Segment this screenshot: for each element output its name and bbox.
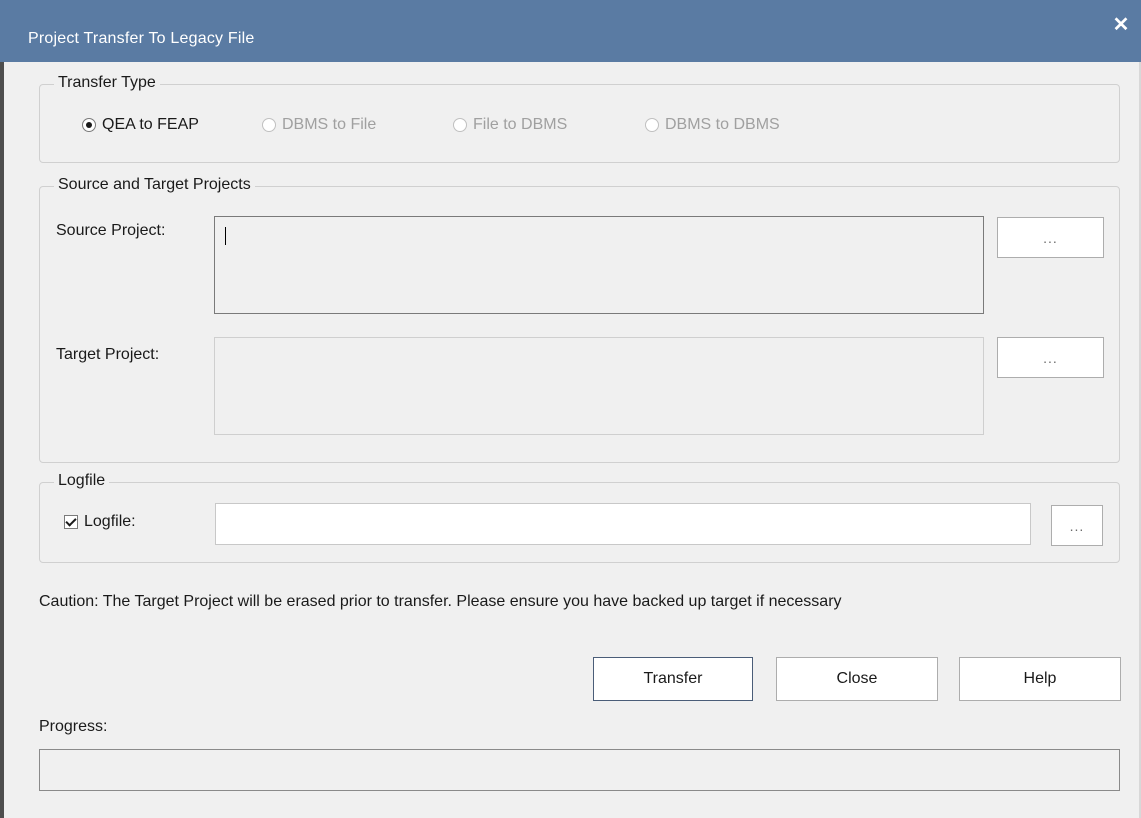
- window-left-border: [0, 62, 4, 818]
- radio-dbms-to-dbms[interactable]: DBMS to DBMS: [645, 116, 780, 134]
- logfile-browse-button[interactable]: ...: [1051, 505, 1103, 546]
- target-browse-button[interactable]: ...: [997, 337, 1104, 378]
- source-browse-button[interactable]: ...: [997, 217, 1104, 258]
- radio-unchecked-icon: [645, 118, 659, 132]
- logfile-checkbox[interactable]: Logfile:: [64, 513, 136, 531]
- close-icon[interactable]: ✕: [1108, 12, 1134, 38]
- radio-file-to-dbms[interactable]: File to DBMS: [453, 116, 567, 134]
- window-title: Project Transfer To Legacy File: [28, 30, 255, 47]
- radio-checked-icon: [82, 118, 96, 132]
- progress-label: Progress:: [39, 718, 108, 735]
- radio-label: DBMS to File: [282, 116, 377, 133]
- source-project-input[interactable]: [214, 216, 984, 314]
- radio-label: File to DBMS: [473, 116, 568, 133]
- radio-dbms-to-file[interactable]: DBMS to File: [262, 116, 376, 134]
- radio-unchecked-icon: [453, 118, 467, 132]
- caution-text: Caution: The Target Project will be eras…: [39, 593, 842, 610]
- transfer-type-legend: Transfer Type: [54, 74, 160, 92]
- target-project-label: Target Project:: [56, 346, 160, 363]
- logfile-legend: Logfile: [54, 472, 110, 490]
- logfile-input[interactable]: [215, 503, 1031, 545]
- transfer-type-group: [39, 84, 1120, 163]
- help-button[interactable]: Help: [959, 657, 1121, 701]
- transfer-button[interactable]: Transfer: [593, 657, 753, 701]
- radio-qea-to-feap[interactable]: QEA to FEAP: [82, 116, 199, 134]
- radio-label: QEA to FEAP: [102, 116, 199, 133]
- close-button[interactable]: Close: [776, 657, 938, 701]
- radio-label: DBMS to DBMS: [665, 116, 780, 133]
- progress-bar: [39, 749, 1120, 791]
- logfile-checkbox-label: Logfile:: [84, 513, 136, 530]
- text-caret: [225, 227, 226, 245]
- target-project-input[interactable]: [214, 337, 984, 435]
- checkbox-checked-icon: [64, 515, 78, 529]
- radio-unchecked-icon: [262, 118, 276, 132]
- projects-legend: Source and Target Projects: [54, 176, 255, 194]
- source-project-label: Source Project:: [56, 222, 166, 239]
